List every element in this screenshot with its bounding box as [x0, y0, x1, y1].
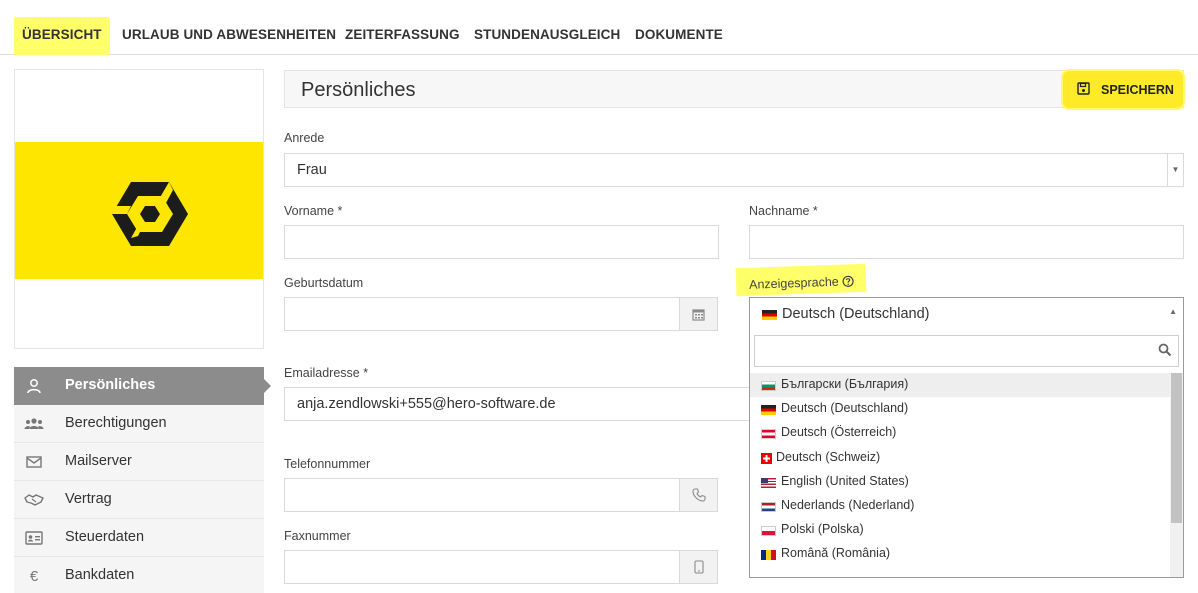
scrollbar-thumb[interactable] — [1171, 373, 1182, 523]
mobile-addon — [679, 550, 718, 584]
flag-pl-icon — [761, 526, 776, 537]
sidebar-item-label: Vertrag — [65, 491, 112, 507]
search-icon — [1158, 343, 1172, 357]
anrede-select[interactable]: Frau ▼ — [284, 153, 1184, 187]
language-option-list: Български (България) Deutsch (Deutschlan… — [750, 373, 1170, 577]
flag-bg-icon — [761, 381, 776, 391]
sidebar-item-label: Berechtigungen — [65, 415, 167, 431]
flag-us-icon — [761, 477, 776, 488]
sidebar-nav: Persönliches Berechtigungen Mailserver V… — [14, 367, 271, 593]
flag-ro-icon — [761, 550, 776, 561]
mobile-phone-icon — [693, 560, 704, 574]
language-option[interactable]: Deutsch (Österreich) — [750, 421, 1170, 445]
sidebar-item-bankdaten[interactable]: € Bankdaten — [14, 557, 264, 593]
anrede-value: Frau — [297, 162, 327, 178]
user-icon — [24, 376, 44, 396]
email-field[interactable]: anja.zendlowski+555@hero-software.de — [284, 387, 754, 421]
envelope-icon — [24, 452, 44, 472]
chevron-up-icon: ▲ — [1169, 307, 1177, 316]
anzeigesprache-label: Anzeigesprache — [735, 263, 867, 297]
profile-image-box[interactable] — [14, 69, 264, 349]
language-option[interactable]: English (United States) — [750, 470, 1170, 494]
nachname-field[interactable] — [749, 225, 1184, 259]
tab-stundenausgleich[interactable]: STUNDENAUSGLEICH — [474, 20, 620, 54]
users-icon — [24, 414, 44, 434]
email-label: Emailadresse * — [284, 366, 369, 380]
tab-dokumente[interactable]: DOKUMENTE — [635, 20, 723, 54]
sidebar-item-mailserver[interactable]: Mailserver — [14, 443, 264, 481]
language-option[interactable]: Deutsch (Deutschland) — [750, 397, 1170, 421]
flag-de-icon — [761, 405, 776, 416]
section-header: Persönliches — [284, 70, 1184, 108]
chevron-down-icon: ▼ — [1167, 154, 1183, 186]
language-option[interactable]: Nederlands (Nederland) — [750, 494, 1170, 518]
language-option[interactable]: Polski (Polska) — [750, 518, 1170, 542]
fax-label: Faxnummer — [284, 529, 351, 543]
sidebar-item-label: Bankdaten — [65, 567, 135, 583]
sidebar-item-berechtigungen[interactable]: Berechtigungen — [14, 405, 264, 443]
language-option[interactable]: Български (България) — [750, 373, 1170, 398]
question-circle-icon[interactable] — [842, 275, 854, 287]
telefon-label: Telefonnummer — [284, 457, 371, 471]
telefon-field[interactable] — [284, 478, 680, 512]
fax-field[interactable] — [284, 550, 680, 584]
language-option[interactable]: Română (România) — [750, 542, 1170, 566]
save-button[interactable]: SPEICHERN — [1063, 71, 1183, 108]
tab-uebersicht[interactable]: ÜBERSICHT — [14, 17, 110, 55]
vorname-field[interactable] — [284, 225, 719, 259]
dropdown-scrollbar[interactable] — [1170, 373, 1183, 577]
sidebar-item-vertrag[interactable]: Vertrag — [14, 481, 264, 519]
floppy-disk-icon — [1077, 82, 1090, 98]
tab-urlaub-und-abwesenheiten[interactable]: URLAUB UND ABWESENHEITEN — [122, 20, 336, 54]
vorname-label: Vorname * — [284, 204, 343, 218]
hero-logo-icon — [112, 182, 188, 246]
flag-at-icon — [761, 429, 776, 440]
language-search-input[interactable] — [754, 335, 1179, 367]
calendar-icon — [692, 308, 705, 321]
company-logo — [15, 142, 263, 279]
sidebar-item-label: Persönliches — [65, 377, 156, 393]
tab-zeiterfassung[interactable]: ZEITERFASSUNG — [345, 20, 460, 54]
date-picker-button[interactable] — [679, 297, 718, 331]
sidebar-item-label: Steuerdaten — [65, 529, 145, 545]
language-option[interactable]: Deutsch (Schweiz) — [750, 446, 1170, 470]
geburtsdatum-field[interactable] — [284, 297, 680, 331]
anzeigesprache-label-text: Anzeigesprache — [748, 274, 839, 292]
nachname-label: Nachname * — [749, 204, 818, 218]
geburtsdatum-label: Geburtsdatum — [284, 276, 364, 290]
top-tab-bar: ÜBERSICHT URLAUB UND ABWESENHEITEN ZEITE… — [0, 0, 1198, 55]
language-select-dropdown[interactable]: Deutsch (Deutschland) ▲ Български (Бълга… — [749, 297, 1184, 578]
language-select-current[interactable]: Deutsch (Deutschland) ▲ — [750, 298, 1183, 332]
euro-icon: € — [29, 567, 39, 585]
phone-addon — [679, 478, 718, 512]
active-indicator-arrow — [264, 379, 271, 393]
page-title: Persönliches — [301, 79, 416, 101]
flag-nl-icon — [761, 501, 776, 512]
sidebar-item-steuerdaten[interactable]: Steuerdaten — [14, 519, 264, 557]
handshake-icon — [24, 490, 44, 510]
save-button-label: SPEICHERN — [1101, 83, 1174, 97]
sidebar-item-persoenliches[interactable]: Persönliches — [14, 367, 271, 405]
sidebar-item-label: Mailserver — [65, 453, 132, 469]
flag-ch-icon — [761, 452, 772, 464]
language-select-value: Deutsch (Deutschland) — [782, 306, 930, 322]
id-card-icon — [24, 528, 44, 548]
anrede-label: Anrede — [284, 131, 325, 145]
flag-de-icon — [762, 310, 777, 320]
phone-icon — [691, 488, 706, 502]
